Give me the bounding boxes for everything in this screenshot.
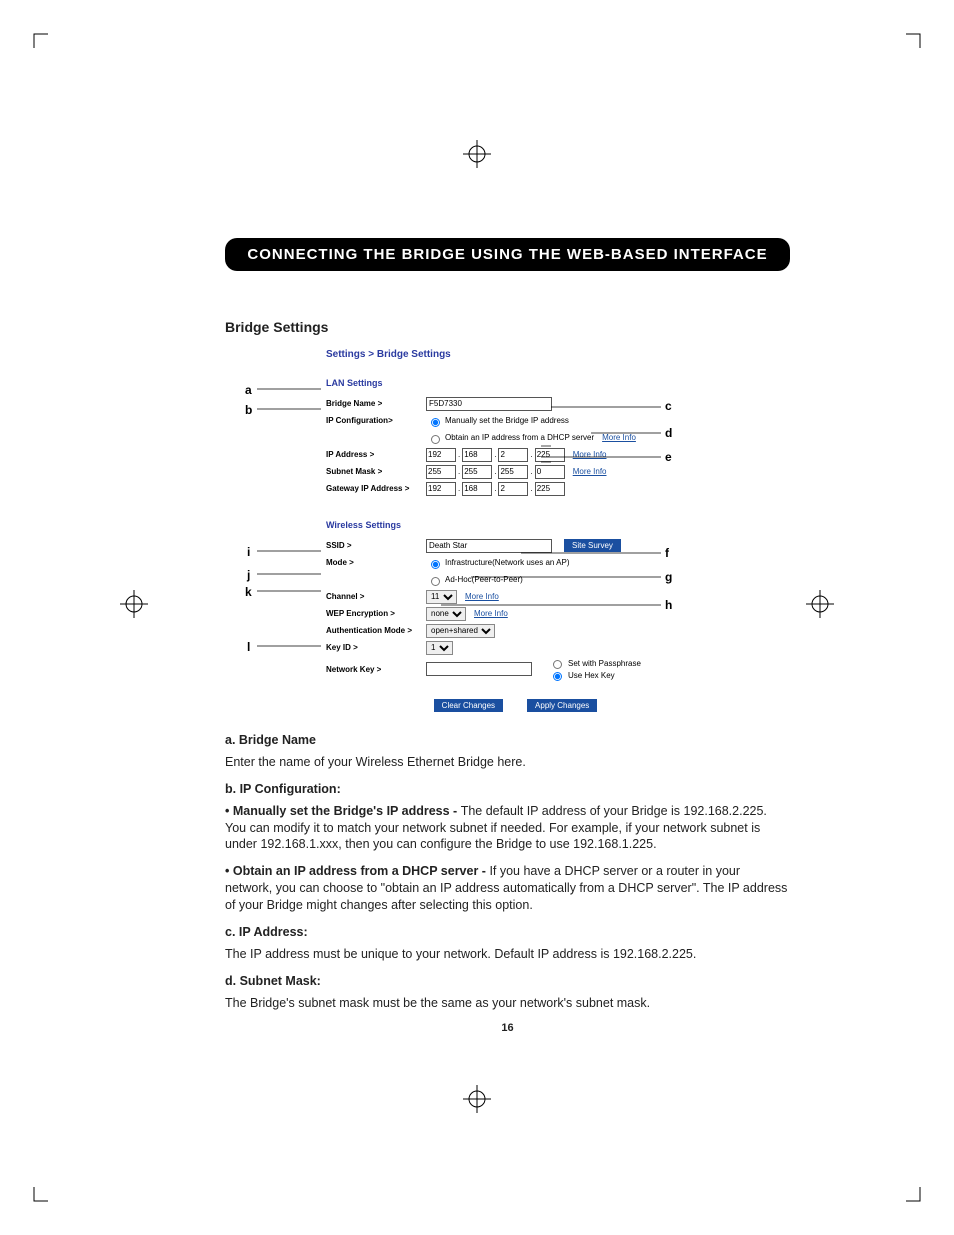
ip-octet-4[interactable]: [535, 448, 565, 462]
ip-config-dhcp-radio[interactable]: [431, 435, 440, 444]
body-d-text: The Bridge's subnet mask must be the sam…: [225, 995, 790, 1012]
set-passphrase-radio[interactable]: [553, 660, 562, 669]
use-hex-radio[interactable]: [553, 672, 562, 681]
breadcrumb: Settings > Bridge Settings: [326, 349, 790, 360]
page-heading: Bridge Settings: [225, 319, 790, 335]
gw-octet-4[interactable]: [535, 482, 565, 496]
auth-select[interactable]: open+shared: [426, 624, 495, 638]
lan-group-head: LAN Settings: [326, 378, 790, 388]
ip-config-label: IP Configuration>: [326, 416, 426, 425]
mode-label: Mode >: [326, 558, 426, 567]
auth-label: Authentication Mode >: [326, 626, 426, 635]
subnet-octet-2[interactable]: [462, 465, 492, 479]
gw-octet-3[interactable]: [498, 482, 528, 496]
more-info-link[interactable]: More Info: [573, 467, 607, 476]
callout-j: j: [247, 568, 250, 582]
callout-e: e: [665, 450, 672, 464]
settings-screenshot: a b c d e f g h i j k l Settings > Bridg…: [241, 349, 790, 712]
body-c-text: The IP address must be unique to your ne…: [225, 946, 790, 963]
registration-mark-icon: [463, 1085, 491, 1113]
netkey-input[interactable]: [426, 662, 532, 676]
more-info-link[interactable]: More Info: [573, 450, 607, 459]
page-number: 16: [225, 1021, 790, 1036]
ssid-label: SSID >: [326, 541, 426, 550]
callout-i: i: [247, 545, 250, 559]
section-title: CONNECTING THE BRIDGE USING THE WEB-BASE…: [225, 238, 790, 271]
callout-a: a: [245, 383, 252, 397]
registration-mark-icon: [120, 590, 148, 618]
callout-k: k: [245, 585, 252, 599]
channel-select[interactable]: 11: [426, 590, 457, 604]
body-b-head: b. IP Configuration:: [225, 781, 790, 798]
clear-changes-button[interactable]: Clear Changes: [434, 699, 503, 712]
callout-b: b: [245, 403, 252, 417]
ip-config-dhcp-text: Obtain an IP address from a DHCP server: [445, 433, 594, 442]
callout-h: h: [665, 598, 672, 612]
bridge-name-label: Bridge Name >: [326, 399, 426, 408]
ip-octet-1[interactable]: [426, 448, 456, 462]
subnet-label: Subnet Mask >: [326, 467, 426, 476]
body-a-head: a. Bridge Name: [225, 732, 790, 749]
ip-config-manual-radio[interactable]: [431, 418, 440, 427]
mode-adhoc-text: Ad-Hoc(Peer-to-Peer): [445, 575, 523, 584]
netkey-label: Network Key >: [326, 665, 426, 674]
wep-label: WEP Encryption >: [326, 609, 426, 618]
keyid-select[interactable]: 1: [426, 641, 453, 655]
gw-octet-2[interactable]: [462, 482, 492, 496]
apply-changes-button[interactable]: Apply Changes: [527, 699, 597, 712]
ip-config-manual-text: Manually set the Bridge IP address: [445, 416, 569, 425]
set-passphrase-text: Set with Passphrase: [568, 659, 641, 668]
more-info-link[interactable]: More Info: [602, 433, 636, 442]
mode-adhoc-radio[interactable]: [431, 577, 440, 586]
callout-l: l: [247, 640, 250, 654]
body-d-head: d. Subnet Mask:: [225, 973, 790, 990]
use-hex-text: Use Hex Key: [568, 671, 615, 680]
wlan-group-head: Wireless Settings: [326, 520, 790, 530]
more-info-link[interactable]: More Info: [474, 609, 508, 618]
subnet-octet-3[interactable]: [498, 465, 528, 479]
callout-f: f: [665, 546, 669, 560]
body-b-manual: • Manually set the Bridge's IP address -…: [225, 803, 790, 854]
ssid-input[interactable]: [426, 539, 552, 553]
ip-octet-3[interactable]: [498, 448, 528, 462]
more-info-link[interactable]: More Info: [465, 592, 499, 601]
registration-mark-icon: [806, 590, 834, 618]
registration-mark-icon: [463, 140, 491, 168]
mode-infra-radio[interactable]: [431, 560, 440, 569]
callout-c: c: [665, 399, 672, 413]
subnet-octet-1[interactable]: [426, 465, 456, 479]
keyid-label: Key ID >: [326, 643, 426, 652]
site-survey-button[interactable]: Site Survey: [564, 539, 621, 552]
gw-octet-1[interactable]: [426, 482, 456, 496]
body-c-head: c. IP Address:: [225, 924, 790, 941]
wep-select[interactable]: none: [426, 607, 466, 621]
ip-address-label: IP Address >: [326, 450, 426, 459]
subnet-octet-4[interactable]: [535, 465, 565, 479]
mode-infra-text: Infrastructure(Network uses an AP): [445, 558, 570, 567]
callout-g: g: [665, 570, 672, 584]
gateway-label: Gateway IP Address >: [326, 484, 426, 493]
ip-octet-2[interactable]: [462, 448, 492, 462]
channel-label: Channel >: [326, 592, 426, 601]
callout-d: d: [665, 426, 672, 440]
body-b-dhcp: • Obtain an IP address from a DHCP serve…: [225, 863, 790, 914]
bridge-name-input[interactable]: [426, 397, 552, 411]
body-a-text: Enter the name of your Wireless Ethernet…: [225, 754, 790, 771]
